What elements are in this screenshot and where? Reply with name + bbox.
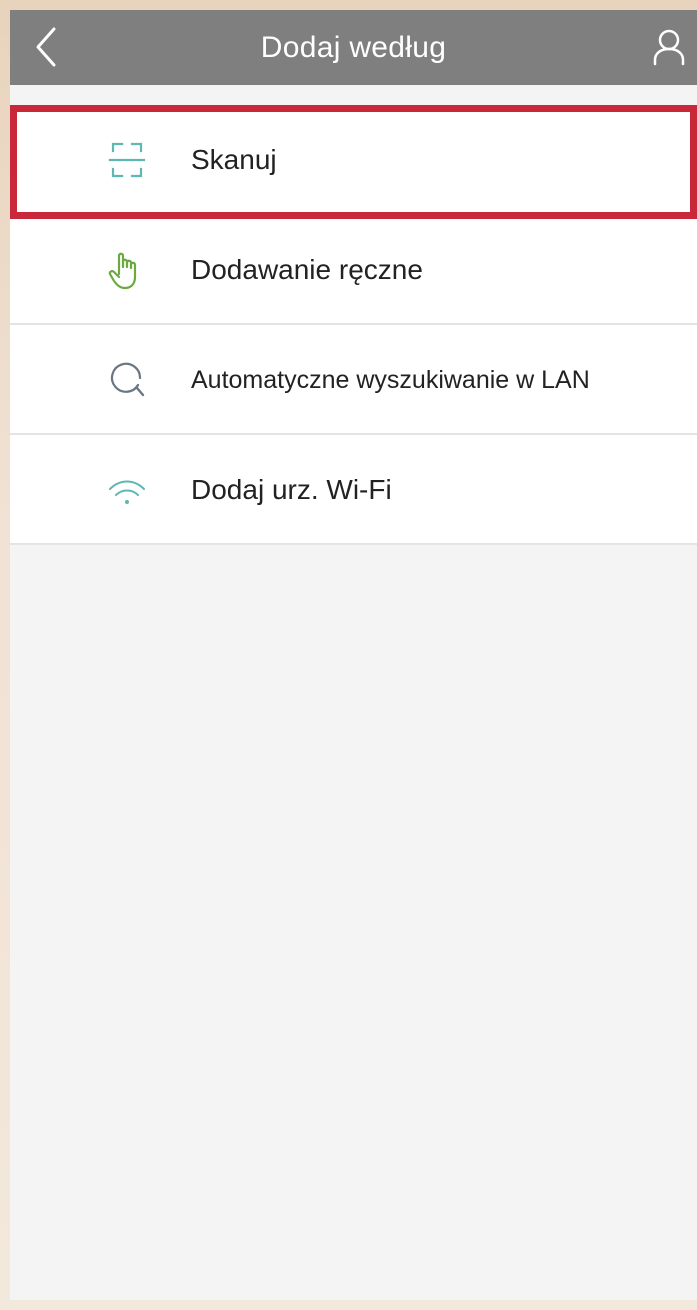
page-title: Dodaj według (260, 31, 447, 64)
user-icon (653, 29, 685, 66)
app-screen: Dodaj według Skanuj Dodawanie ręczne Aut… (10, 10, 697, 1300)
top-bar: Dodaj według (10, 10, 697, 85)
back-button[interactable] (28, 25, 68, 69)
scan-icon (104, 137, 150, 183)
lan-search-icon (104, 357, 150, 403)
chevron-left-icon (36, 27, 56, 67)
menu-item-label: Automatyczne wyszukiwanie w LAN (191, 366, 590, 394)
hand-pointer-icon (104, 247, 150, 293)
menu-item-label: Dodawanie ręczne (191, 254, 423, 285)
menu-item-label: Skanuj (191, 144, 277, 175)
menu-item-lan-search[interactable]: Automatyczne wyszukiwanie w LAN (10, 325, 697, 435)
menu-item-scan[interactable]: Skanuj (10, 105, 697, 219)
add-method-list: Skanuj Dodawanie ręczne Automatyczne wys… (10, 105, 697, 545)
menu-item-label: Dodaj urz. Wi-Fi (191, 474, 392, 505)
wifi-icon (104, 467, 150, 513)
user-button[interactable] (651, 28, 687, 68)
menu-item-manual-add[interactable]: Dodawanie ręczne (10, 215, 697, 325)
menu-item-wifi[interactable]: Dodaj urz. Wi-Fi (10, 435, 697, 545)
